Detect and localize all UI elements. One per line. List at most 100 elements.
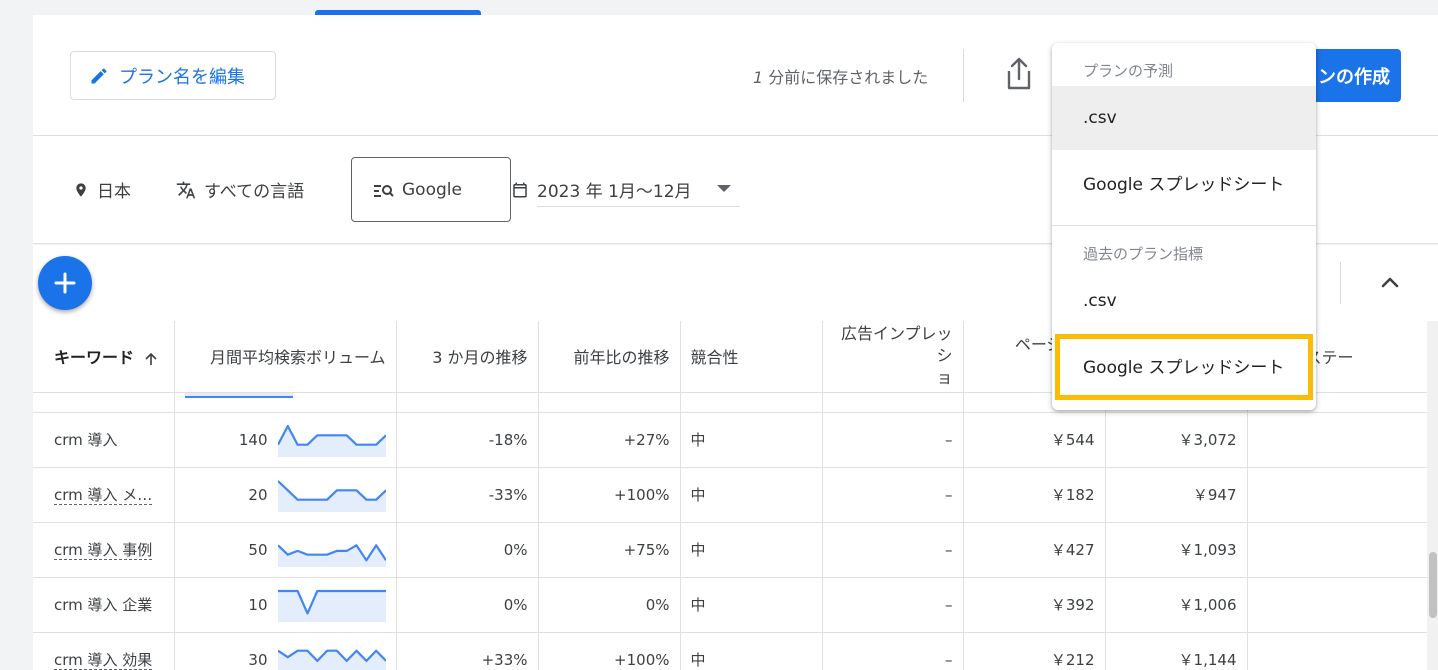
top-bid-high-cell: ￥1,006	[1105, 577, 1248, 633]
impressions-cell: –	[822, 577, 964, 633]
keyword-text[interactable]: crm 導入	[54, 431, 118, 449]
table-row[interactable]: crm 導入 効果 30 +33% +100% 中 – ￥212 ￥1,144	[33, 632, 1427, 670]
calendar-icon	[513, 182, 527, 197]
competition-cell: 中	[680, 632, 823, 670]
menu-item-forecast-csv[interactable]: .csv	[1052, 86, 1316, 150]
network-filter[interactable]: Google	[351, 157, 511, 222]
volume-cell: 10	[174, 577, 397, 633]
plus-icon	[54, 272, 76, 294]
competition-cell: 中	[680, 522, 823, 578]
saved-status: 1 分前に保存されました	[753, 64, 928, 88]
date-underline	[537, 206, 740, 207]
column-header-impressions[interactable]: 広告インプレッシ ョ	[822, 321, 964, 393]
table-row[interactable]: crm 導入 メ… 20 -33% +100% 中 – ￥182 ￥947	[33, 467, 1427, 523]
volume-value: 30	[248, 650, 268, 669]
top-bid-low-cell: ￥212	[963, 632, 1106, 670]
volume-cell: 50	[174, 522, 397, 578]
keyword-cell[interactable]: crm 導入 事例	[33, 522, 175, 578]
table-row[interactable]: crm 導入 140 -18% +27% 中 – ￥544 ￥3,072	[33, 412, 1427, 468]
menu-divider	[1052, 225, 1316, 226]
keyword-text[interactable]: crm 導入 企業	[54, 596, 152, 614]
menu-item-forecast-sheets[interactable]: Google スプレッドシート	[1052, 150, 1316, 214]
keyword-text[interactable]: crm 導入 メ…	[54, 486, 153, 505]
translate-icon	[176, 181, 196, 198]
top-bid-low-cell: ￥427	[963, 522, 1106, 578]
date-range-filter[interactable]: 2023 年 1月〜12月	[511, 177, 692, 202]
keyword-planner-page: プラン名を編集 1 分前に保存されました ンの作成 日本 すべての言語 Goog…	[0, 0, 1438, 670]
edit-plan-name-button[interactable]: プラン名を編集	[70, 51, 276, 100]
export-menu: プランの予測 .csv Google スプレッドシート 過去のプラン指標 .cs…	[1052, 43, 1316, 410]
volume-cell: 30	[174, 632, 397, 670]
keyword-text[interactable]: crm 導入 効果	[54, 651, 153, 670]
impressions-cell: –	[822, 467, 964, 523]
three-month-change-cell: 0%	[396, 522, 539, 578]
three-month-change-cell: -33%	[396, 467, 539, 523]
status-cell	[1247, 577, 1427, 633]
trend-sparkline[interactable]	[277, 533, 386, 567]
status-cell	[1247, 632, 1427, 670]
volume-value: 20	[248, 485, 268, 504]
trend-sparkline[interactable]	[277, 643, 386, 670]
volume-value: 140	[238, 430, 268, 449]
column-header-yoy[interactable]: 前年比の推移	[538, 321, 681, 393]
column-header-keyword[interactable]: キーワード	[33, 321, 175, 393]
table-row[interactable]: crm 導入 企業 10 0% 0% 中 – ￥392 ￥1,006	[33, 577, 1427, 633]
top-bid-low-cell: ￥182	[963, 467, 1106, 523]
date-range-label: 2023 年 1月〜12月	[537, 182, 692, 202]
yoy-change-cell: +75%	[538, 522, 681, 578]
left-gutter	[0, 0, 33, 670]
top-bid-high-cell: ￥3,072	[1105, 412, 1248, 468]
location-pin-icon	[76, 182, 86, 197]
column-header-keyword-label: キーワード	[54, 348, 135, 368]
column-header-volume[interactable]: 月間平均検索ボリューム	[174, 321, 397, 393]
dropdown-arrow-icon[interactable]	[717, 185, 731, 192]
volume-value: 10	[248, 595, 268, 614]
menu-item-historical-sheets[interactable]: Google スプレッドシート	[1052, 333, 1316, 397]
competition-cell: 中	[680, 467, 823, 523]
trend-sparkline[interactable]	[277, 478, 386, 512]
table-row[interactable]: crm 導入 事例 50 0% +75% 中 – ￥427 ￥1,093	[33, 522, 1427, 578]
menu-heading-historical: 過去のプラン指標	[1083, 245, 1204, 263]
arrow-up-icon[interactable]	[144, 352, 158, 366]
add-keywords-button[interactable]	[38, 256, 92, 310]
partial-sparkline	[184, 392, 293, 398]
keyword-cell[interactable]: crm 導入 企業	[33, 577, 175, 633]
keyword-cell[interactable]: crm 導入	[33, 412, 175, 468]
create-campaign-label: ンの作成	[1318, 66, 1390, 88]
impressions-cell: –	[822, 522, 964, 578]
competition-cell: 中	[680, 577, 823, 633]
keyword-text[interactable]: crm 導入 事例	[54, 541, 153, 560]
keyword-cell[interactable]: crm 導入 メ…	[33, 467, 175, 523]
keyword-cell[interactable]: crm 導入 効果	[33, 632, 175, 670]
yoy-change-cell: 0%	[538, 577, 681, 633]
top-bid-high-cell: ￥947	[1105, 467, 1248, 523]
yoy-change-cell: +100%	[538, 632, 681, 670]
yoy-change-cell: +100%	[538, 467, 681, 523]
location-filter[interactable]: 日本	[73, 177, 131, 202]
chevron-up-icon[interactable]	[1378, 270, 1402, 294]
volume-cell: 20	[174, 467, 397, 523]
trend-sparkline[interactable]	[277, 423, 386, 457]
column-header-three-month[interactable]: 3 か月の推移	[396, 321, 539, 393]
volume-value: 50	[248, 540, 268, 559]
status-cell	[1247, 412, 1427, 468]
saved-minutes: 1	[753, 68, 764, 87]
language-label: すべての言語	[204, 182, 305, 202]
language-filter[interactable]: すべての言語	[176, 177, 304, 202]
search-network-icon	[374, 184, 394, 197]
share-icon[interactable]	[1005, 57, 1033, 91]
volume-cell: 140	[174, 412, 397, 468]
top-bid-low-cell: ￥544	[963, 412, 1106, 468]
impressions-cell: –	[822, 632, 964, 670]
menu-heading-forecast: プランの予測	[1083, 62, 1174, 80]
menu-item-historical-csv[interactable]: .csv	[1052, 269, 1316, 333]
competition-cell: 中	[680, 412, 823, 468]
top-bid-high-cell: ￥1,093	[1105, 522, 1248, 578]
scrollbar-thumb[interactable]	[1429, 552, 1437, 618]
three-month-change-cell: 0%	[396, 577, 539, 633]
column-header-competition[interactable]: 競合性	[680, 321, 823, 393]
trend-sparkline[interactable]	[277, 588, 386, 622]
top-bid-high-cell: ￥1,144	[1105, 632, 1248, 670]
header-divider	[963, 49, 964, 102]
saved-status-text: 分前に保存されました	[763, 68, 929, 87]
